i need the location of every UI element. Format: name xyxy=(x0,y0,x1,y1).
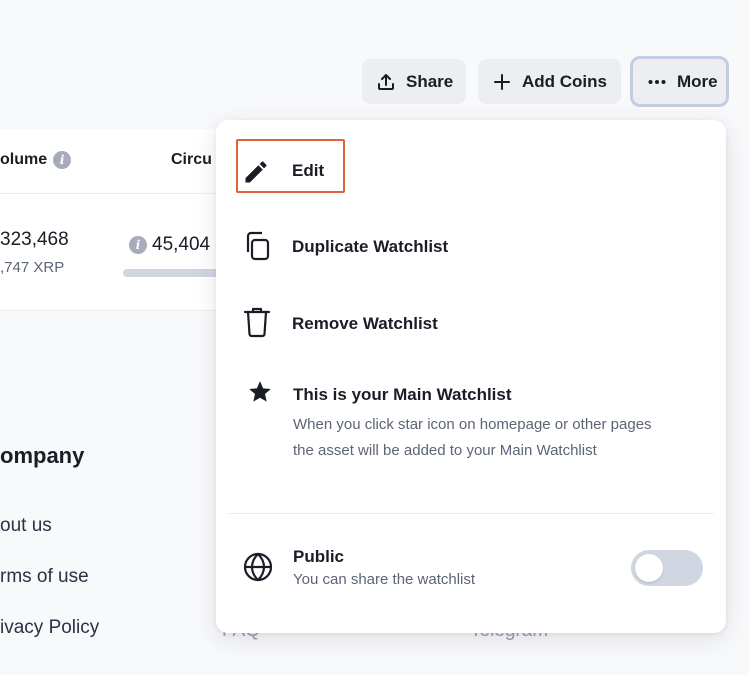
trash-icon xyxy=(242,305,272,344)
menu-item-public-title: Public xyxy=(293,547,345,566)
circulating-value: 45,404 xyxy=(152,234,211,255)
ellipsis-icon xyxy=(647,72,667,92)
more-button[interactable]: More xyxy=(630,56,729,107)
footer-company-heading: ompany xyxy=(0,443,85,468)
menu-item-main-watchlist[interactable]: This is your Main Watchlist When you cli… xyxy=(216,377,726,467)
footer-link-terms[interactable]: rms of use xyxy=(0,566,89,588)
circulating-progress-bar xyxy=(123,269,223,277)
more-dropdown-menu: Edit Duplicate Watchlist Remove Watchlis… xyxy=(216,120,726,633)
add-coins-button[interactable]: Add Coins xyxy=(478,59,621,104)
star-icon xyxy=(247,379,273,410)
menu-item-edit-label: Edit xyxy=(292,161,325,180)
share-button[interactable]: Share xyxy=(362,59,466,104)
info-icon[interactable]: i xyxy=(53,151,72,169)
public-toggle-knob xyxy=(635,554,663,582)
volume-value: 323,468 xyxy=(0,229,69,250)
menu-item-remove-label: Remove Watchlist xyxy=(292,314,438,333)
copy-icon xyxy=(242,230,272,267)
footer-link-about[interactable]: out us xyxy=(0,515,52,537)
menu-item-remove[interactable]: Remove Watchlist xyxy=(216,305,726,339)
menu-item-edit[interactable]: Edit xyxy=(216,156,726,188)
header-circulating[interactable]: Circu xyxy=(171,151,212,169)
footer-link-privacy[interactable]: ivacy Policy xyxy=(0,617,99,639)
watchlist-table: olume i Circu xyxy=(0,129,240,311)
public-toggle[interactable] xyxy=(631,550,703,586)
share-label: Share xyxy=(406,71,454,91)
volume-sub-value: ,747 XRP xyxy=(0,259,65,276)
pencil-icon xyxy=(242,158,270,191)
table-header-row: olume i Circu xyxy=(0,129,240,194)
add-coins-label: Add Coins xyxy=(522,71,607,91)
menu-item-duplicate-label: Duplicate Watchlist xyxy=(292,237,449,256)
menu-item-duplicate[interactable]: Duplicate Watchlist xyxy=(216,230,726,264)
globe-icon xyxy=(242,551,274,588)
menu-item-main-desc-line2: the asset will be added to your Main Wat… xyxy=(293,442,597,459)
header-volume[interactable]: olume i xyxy=(0,151,72,169)
menu-item-main-title: This is your Main Watchlist xyxy=(293,385,512,404)
share-upload-icon xyxy=(376,72,396,92)
menu-divider xyxy=(228,513,714,514)
more-label: More xyxy=(677,71,718,91)
plus-icon xyxy=(492,72,512,92)
info-icon[interactable]: i xyxy=(129,236,147,254)
menu-item-main-desc-line1: When you click star icon on homepage or … xyxy=(293,416,652,433)
header-volume-label: olume xyxy=(0,151,48,168)
